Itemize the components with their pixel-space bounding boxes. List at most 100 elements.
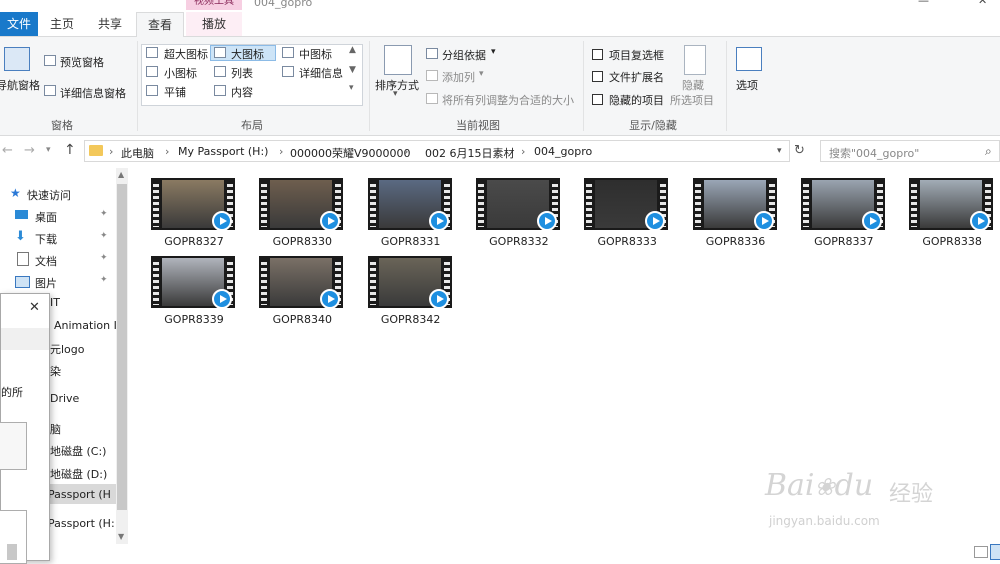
file-item[interactable]: GOPR8338 (904, 178, 1000, 250)
dialog-input[interactable] (0, 422, 27, 470)
film-perforation (802, 181, 809, 227)
nav-item-partial[interactable]: 脑 (50, 421, 61, 437)
file-item[interactable]: GOPR8327 (146, 178, 250, 250)
video-play-icon (212, 289, 232, 309)
sort-by-icon (384, 45, 412, 75)
add-column-button[interactable]: 添加列 (442, 69, 475, 85)
video-play-icon (428, 289, 449, 309)
close-window-icon[interactable]: ✕ (978, 0, 987, 7)
file-name: GOPR8339 (164, 313, 224, 326)
nav-item-partial-selected[interactable]: Passport (H (48, 488, 111, 501)
breadcrumb-this-pc[interactable]: 此电脑 (121, 145, 154, 161)
search-icon[interactable]: ⌕ (985, 144, 992, 159)
nav-item-partial[interactable]: 染 (50, 363, 61, 379)
layout-small-icons[interactable]: 小图标 (164, 65, 197, 81)
fit-columns-button[interactable]: 将所有列调整为合适的大小 (442, 92, 574, 108)
window-title: 004_gopro (254, 0, 313, 9)
group-by-button[interactable]: 分组依据 (442, 47, 486, 63)
dialog-list-scroll-thumb[interactable] (7, 544, 17, 560)
layout-expand-icon[interactable]: ▾ (349, 83, 354, 93)
nav-pane-button[interactable]: 导航窗格 (0, 77, 40, 93)
hide-selected-button[interactable]: 隐藏 (682, 77, 704, 93)
file-item[interactable]: GOPR8333 (579, 178, 683, 250)
file-extensions-checkbox[interactable] (592, 71, 603, 82)
minimize-icon[interactable]: — (918, 0, 929, 7)
layout-content[interactable]: 内容 (231, 84, 253, 100)
breadcrumb-current[interactable]: 004_gopro (534, 145, 592, 158)
search-box[interactable]: 搜索"004_gopro" ⌕ (820, 140, 1000, 162)
breadcrumb-folder-1[interactable]: 000000荣耀V9000000 (290, 145, 411, 161)
layout-extra-large-icons[interactable]: 超大图标 (164, 46, 208, 62)
up-icon[interactable]: ↑ (64, 142, 76, 158)
layout-group-label: 布局 (241, 119, 263, 132)
preview-pane-button[interactable]: 预览窗格 (60, 54, 104, 70)
details-icon (282, 66, 294, 77)
address-bar[interactable]: › 此电脑 › My Passport (H:) › 000000荣耀V9000… (84, 140, 790, 162)
layout-medium-icons[interactable]: 中图标 (299, 46, 332, 62)
item-checkboxes-checkbox[interactable] (592, 49, 603, 60)
context-tab-label[interactable]: 视频工具 (186, 0, 242, 10)
watermark-brand: Bai (765, 468, 815, 503)
scroll-down-icon[interactable]: ▼ (118, 532, 124, 541)
details-pane-button[interactable]: 详细信息窗格 (60, 85, 126, 101)
hidden-items-label: 隐藏的项目 (609, 94, 664, 107)
forward-icon[interactable]: → (24, 143, 35, 158)
tab-home[interactable]: 主页 (40, 12, 84, 36)
nav-item-partial[interactable]: Drive (50, 392, 79, 405)
nav-scrollbar-thumb[interactable] (117, 184, 127, 510)
file-item[interactable]: GOPR8339 (146, 256, 250, 328)
nav-item-desktop[interactable]: 桌面 (35, 209, 57, 225)
hide-selected-label-2: 所选项目 (670, 94, 714, 107)
nav-item-partial[interactable]: 地磁盘 (D:) (50, 466, 107, 482)
dialog-band (1, 328, 49, 350)
file-item[interactable]: GOPR8331 (363, 178, 467, 250)
file-item[interactable]: GOPR8330 (254, 178, 358, 250)
breadcrumb-separator-icon: › (521, 145, 526, 158)
tiles-icon (146, 85, 158, 96)
file-item[interactable]: GOPR8340 (254, 256, 358, 328)
file-name: GOPR8340 (272, 313, 333, 326)
hidden-items-checkbox[interactable] (592, 94, 603, 105)
dialog-close-icon[interactable]: ✕ (29, 300, 40, 315)
nav-item-pictures[interactable]: 图片 (35, 275, 57, 291)
layout-tiles[interactable]: 平铺 (164, 84, 186, 100)
tab-view[interactable]: 查看 (136, 12, 184, 38)
breadcrumb-drive[interactable]: My Passport (H:) (178, 145, 268, 158)
large-icons-view-toggle-icon[interactable] (990, 544, 1000, 560)
tab-file[interactable]: 文件 (0, 12, 38, 36)
tab-share[interactable]: 共享 (88, 12, 132, 36)
address-history-chevron-icon[interactable]: ▾ (777, 146, 782, 156)
layout-details[interactable]: 详细信息 (299, 65, 343, 81)
back-icon[interactable]: ← (2, 143, 13, 158)
nav-pane-icon[interactable] (4, 47, 30, 71)
file-item[interactable]: GOPR8332 (471, 178, 575, 250)
details-view-toggle-icon[interactable] (974, 546, 988, 558)
breadcrumb-folder-2[interactable]: 002 6月15日素材 (425, 145, 515, 161)
layout-scroll-up-icon[interactable]: ▲ (349, 45, 356, 55)
nav-item-partial[interactable]: Passport (H: (48, 517, 115, 530)
file-item[interactable]: GOPR8336 (688, 178, 792, 250)
large-icons-icon (214, 47, 226, 58)
video-play-icon (428, 211, 449, 231)
nav-item-partial[interactable]: IT (50, 296, 60, 309)
recent-locations-icon[interactable]: ▾ (46, 145, 51, 155)
layout-large-icons[interactable]: 大图标 (231, 46, 264, 62)
ribbon-tabs: 文件 主页 共享 查看 播放 (0, 12, 1000, 38)
nav-item-documents[interactable]: 文档 (35, 253, 57, 269)
scroll-up-icon[interactable]: ▲ (118, 170, 124, 179)
file-name: GOPR8337 (814, 235, 874, 248)
file-item[interactable]: GOPR8337 (796, 178, 900, 250)
layout-list[interactable]: 列表 (231, 65, 253, 81)
refresh-icon[interactable]: ↻ (794, 143, 805, 158)
nav-item-partial[interactable]: 元logo (50, 341, 85, 357)
options-button[interactable]: 选项 (736, 77, 758, 93)
nav-item-downloads[interactable]: 下载 (35, 231, 57, 247)
nav-item-partial[interactable]: 地磁盘 (C:) (50, 443, 106, 459)
panes-group-label: 窗格 (51, 119, 73, 132)
file-item[interactable]: GOPR8342 (363, 256, 467, 328)
quick-access-label[interactable]: 快速访问 (27, 187, 71, 203)
nav-item-partial[interactable]: Animation I (54, 319, 117, 332)
tab-play[interactable]: 播放 (186, 12, 242, 36)
video-play-icon (970, 211, 991, 231)
layout-scroll-down-icon[interactable]: ▼ (349, 65, 356, 75)
